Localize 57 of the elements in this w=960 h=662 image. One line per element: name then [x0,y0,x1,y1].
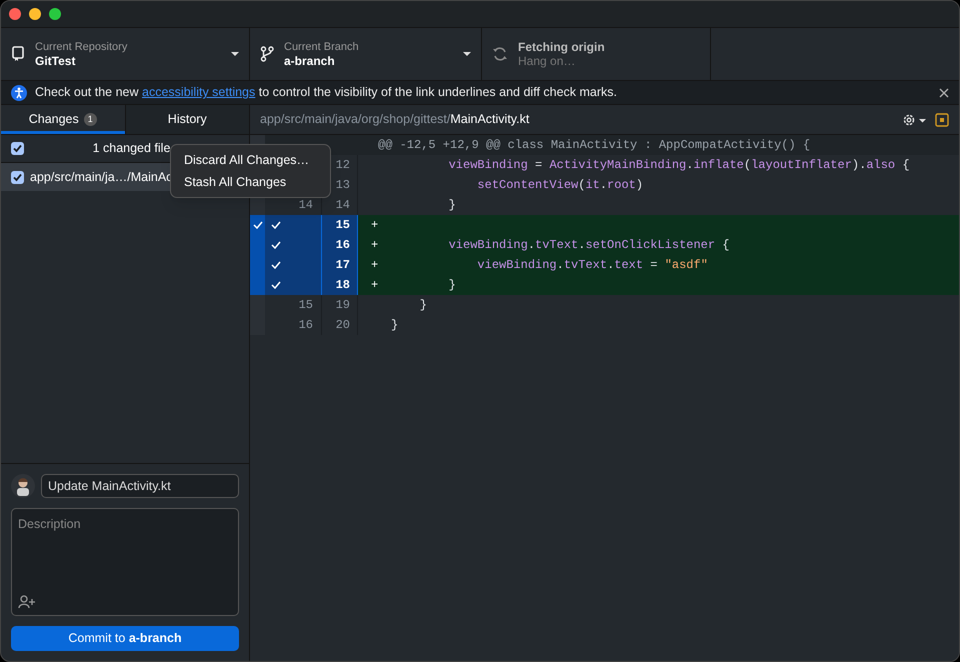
accessibility-icon [11,84,27,100]
repository-icon [11,46,25,62]
line-number: 17 [321,255,358,275]
diff-marker: + [371,277,380,294]
code-line: viewBinding.tvText.text = "asdf" [476,257,708,274]
count-badge: 1 [84,113,97,126]
code-line: setContentView(it.root) [476,177,644,194]
changed-files-count: 1 changed file [92,140,172,158]
hunk-handle[interactable] [250,315,265,335]
diff-marker: + [371,237,380,254]
diff-marker: + [371,217,380,234]
line-number: 15 [321,215,358,235]
line-number: 19 [321,295,358,315]
line-number: 18 [321,275,358,295]
selected-hunk-handle[interactable] [250,275,265,295]
code-line: } [391,317,398,334]
branch-icon [260,46,274,62]
zoom-window-button[interactable] [49,8,61,20]
close-icon[interactable] [939,88,949,98]
code-line: } [448,277,456,294]
code-line: viewBinding = ActivityMainBinding.inflate(layoutInflater).also { [448,157,910,174]
line-number: 14 [298,197,313,214]
line-number: 16 [298,317,313,334]
accessibility-settings-link[interactable]: accessibility settings [142,85,256,100]
branch-selector[interactable]: Current Branch a-branch [250,28,482,80]
tab[interactable]: History [124,105,249,134]
avatar-icon [11,474,35,498]
description-field[interactable]: Description [11,508,239,616]
close-window-button[interactable] [9,8,21,20]
commit-button[interactable]: Commit to a-branch [11,626,239,651]
caret-icon [463,52,471,56]
diff-marker: + [371,257,380,274]
line-number: 16 [321,235,358,255]
caret-icon [231,52,239,56]
sync-icon [492,46,508,62]
code-line: } [418,297,428,314]
add-coauthor-icon [18,595,36,609]
banner-message: Check out the new accessibility settings to control the visibility of the link underlines and diff check marks. [35,84,618,102]
expand-icon[interactable] [935,112,949,126]
line-number: 14 [321,195,358,215]
file-checkbox[interactable] [11,170,24,184]
file-path-breadcrumb: app/src/main/java/org/shop/gittest/MainActivity.kt [260,111,530,128]
code-line: viewBinding.tvText.setOnClickListener { [448,237,730,254]
hunk-header: @@ -12,5 +12,9 @@ class MainActivity : AppCompatActivity() { [377,137,810,154]
repository-selector[interactable]: Current Repository GitTest [1,28,250,80]
selected-hunk-handle[interactable] [250,215,265,235]
file-path: app/src/main/ja…/MainAc [30,168,172,186]
line-number: 15 [298,297,313,314]
description-placeholder: Description [18,516,82,533]
hunk-handle[interactable] [250,295,265,315]
select-all-checkbox[interactable] [11,142,24,155]
fetch-button[interactable]: Fetching origin Hang on… [482,28,711,80]
commit-summary-field[interactable]: Update MainActivity.kt [41,474,239,498]
line-number: 20 [321,315,358,335]
code-line: } [448,197,456,214]
minimize-window-button[interactable] [29,8,41,20]
selected-line-gutter[interactable] [265,275,321,295]
